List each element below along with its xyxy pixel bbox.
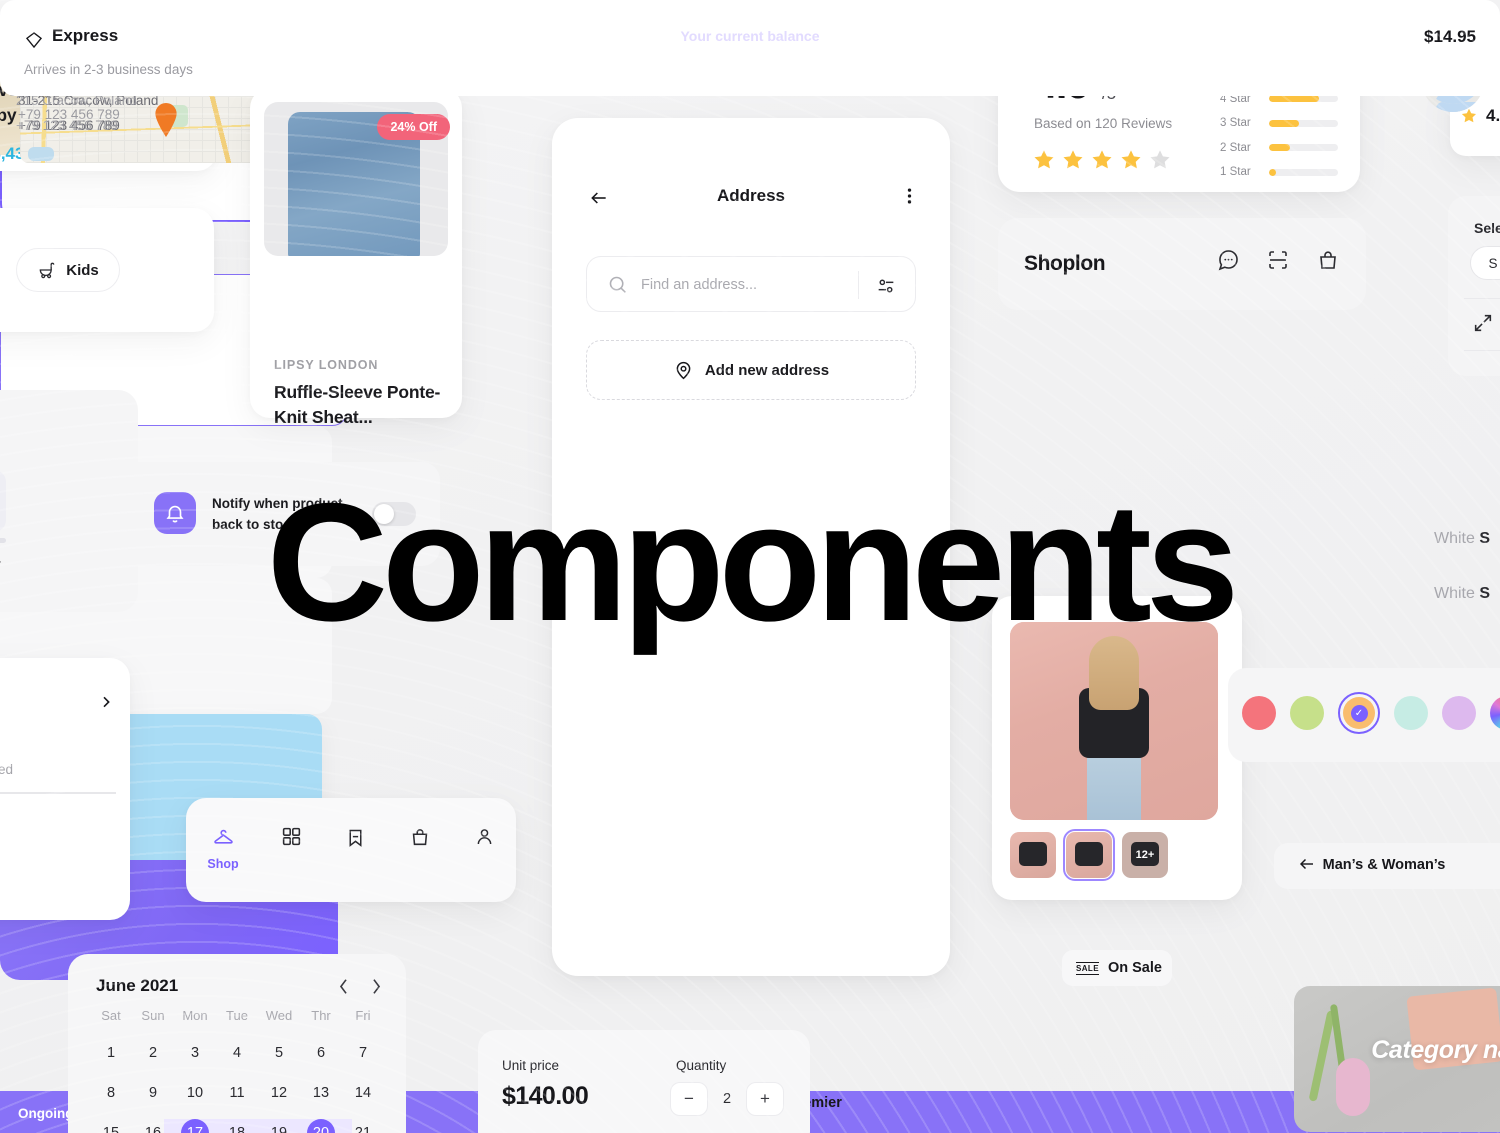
gallery-thumbnails[interactable]: 12+ — [1010, 829, 1168, 881]
color-swatch[interactable] — [1394, 696, 1428, 730]
check-icon: ✓ — [1350, 704, 1368, 722]
components-showcase-canvas: Off LIPSY LONDON Sleeveless Tiered Dobby… — [0, 0, 1500, 1133]
gallery-thumb-selected[interactable] — [1063, 829, 1115, 881]
on-sale-label: On Sale — [1107, 960, 1162, 976]
color-swatch[interactable] — [1442, 696, 1476, 730]
gallery-thumb-more[interactable]: 12+ — [1122, 832, 1168, 878]
balance-card: Your current balance $0,00.00 — [0, 0, 1500, 1133]
color-swatch-selected[interactable]: ✓ — [1338, 692, 1380, 734]
page-title: Components — [266, 468, 1240, 656]
category-header-bar[interactable]: Man’s & Woman’s — [1274, 843, 1500, 889]
category-banner[interactable]: Category name — [1294, 986, 1500, 1132]
color-swatch-rainbow[interactable] — [1490, 696, 1500, 730]
gallery-thumb[interactable] — [1010, 832, 1056, 878]
decorative-pattern — [0, 0, 1500, 1133]
sale-tag-icon: SALE — [1076, 961, 1099, 975]
on-sale-chip[interactable]: SALE On Sale — [1062, 950, 1172, 986]
color-swatch-picker[interactable]: ✓ — [1228, 668, 1500, 762]
gallery-more-count: 12+ — [1135, 849, 1155, 861]
category-header-title: Man’s & Woman’s — [1322, 857, 1446, 873]
color-swatch[interactable] — [1242, 696, 1276, 730]
category-banner-title: Category name — [1371, 1036, 1500, 1064]
color-swatch[interactable] — [1290, 696, 1324, 730]
